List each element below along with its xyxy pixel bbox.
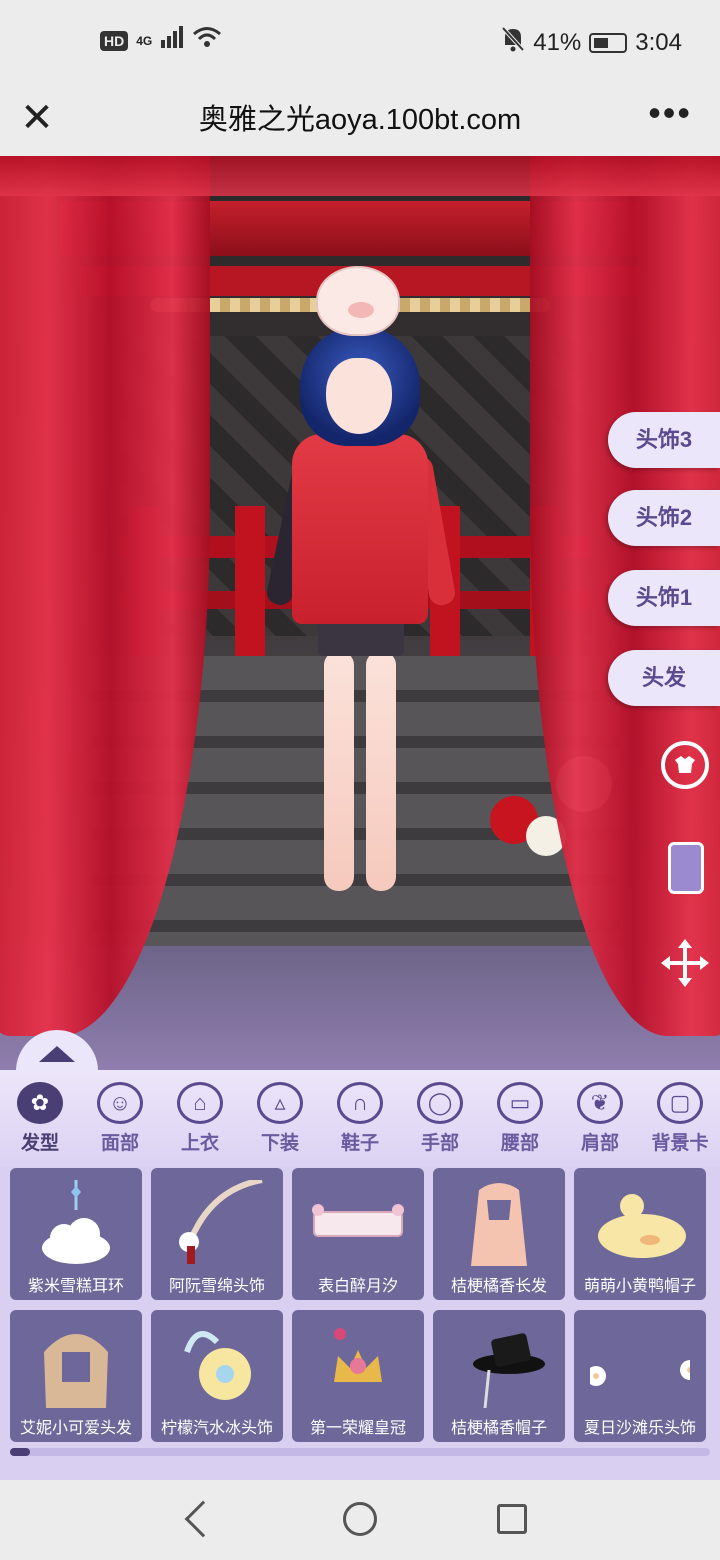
cloud-earring-image	[42, 1180, 110, 1264]
item-tile[interactable]: 第一荣耀皇冠	[292, 1310, 424, 1442]
category-hair[interactable]: ✿ 发型	[0, 1070, 80, 1166]
category-bottom[interactable]: ▵ 下装	[240, 1070, 320, 1166]
category-label: 上衣	[180, 1133, 219, 1154]
face-icon: ☺	[97, 1082, 143, 1124]
bob-hair-image	[44, 1334, 108, 1408]
top-hat-image	[473, 1333, 545, 1408]
swap-outfit-icon[interactable]	[658, 738, 712, 792]
close-icon[interactable]: ✕	[20, 94, 54, 142]
category-hand[interactable]: ◯ 手部	[400, 1070, 480, 1166]
duck-hat-image	[598, 1194, 686, 1258]
hd-badge: HD	[100, 30, 129, 51]
network-type: 4G	[136, 33, 153, 48]
beach-flower-headpiece-image	[590, 1360, 690, 1386]
long-hair-image	[471, 1183, 527, 1266]
slot-hair[interactable]: 头发	[608, 650, 720, 706]
avatar-face	[326, 358, 392, 434]
item-label: 夏日沙滩乐头饰	[583, 1420, 696, 1437]
status-bar: HD 4G 41% 3:04	[0, 0, 720, 84]
item-grid: 紫米雪糕耳环 阿阮雪绵头饰 表白醉月汐 桔梗橘香长发 萌萌小黄鸭帽子 艾妮小可爱…	[10, 1168, 710, 1442]
hair-icon: ✿	[17, 1082, 63, 1124]
top-icon: ⌂	[177, 1082, 223, 1124]
ring-icon: ◯	[417, 1082, 463, 1124]
feather-headpiece-image	[179, 1180, 263, 1264]
item-tile[interactable]: 夏日沙滩乐头饰	[574, 1310, 706, 1442]
curtain-valance	[0, 156, 720, 196]
slot-headwear-1[interactable]: 头饰1	[608, 570, 720, 626]
clock: 3:04	[635, 28, 682, 56]
recent-apps-icon[interactable]	[497, 1504, 527, 1534]
item-grid-area: 紫米雪糕耳环 阿阮雪绵头饰 表白醉月汐 桔梗橘香长发 萌萌小黄鸭帽子 艾妮小可爱…	[0, 1166, 720, 1480]
battery-percent: 41%	[533, 28, 582, 56]
dressup-stage: 头饰3 头饰2 头饰1 头发	[0, 156, 720, 1070]
avatar-character[interactable]	[264, 266, 457, 891]
system-nav-bar	[0, 1480, 720, 1560]
slot-headwear-2[interactable]: 头饰2	[608, 490, 720, 546]
item-tile[interactable]: 桔梗橘香帽子	[433, 1310, 565, 1442]
category-label: 腰部	[500, 1133, 539, 1154]
category-shoes[interactable]: ∩ 鞋子	[320, 1070, 400, 1166]
screen: HD 4G 41% 3:04 ✕ 奥雅之光aoya.100bt.com •••	[0, 0, 720, 1560]
status-right: 41% 3:04	[501, 26, 682, 59]
item-tile[interactable]: 艾妮小可爱头发	[10, 1310, 142, 1442]
pig-hat-accessory	[316, 266, 400, 336]
category-bar: ✿ 发型 ☺ 面部 ⌂ 上衣 ▵ 下装 ∩ 鞋子 ◯ 手部 ▭ 腰部 ❦ 肩部	[0, 1070, 720, 1166]
banner-headpiece-image	[312, 1204, 404, 1237]
slot-headwear-3[interactable]: 头饰3	[608, 412, 720, 468]
avatar-right-leg	[366, 651, 396, 891]
item-tile[interactable]: 桔梗橘香长发	[433, 1168, 565, 1300]
item-label: 第一荣耀皇冠	[309, 1420, 406, 1437]
item-label: 萌萌小黄鸭帽子	[583, 1278, 696, 1295]
crown-image	[334, 1328, 382, 1382]
item-label: 桔梗橘香长发	[450, 1278, 547, 1295]
railing-post	[235, 506, 265, 656]
trash-icon[interactable]	[668, 842, 704, 894]
category-label: 面部	[100, 1133, 139, 1154]
category-label: 发型	[20, 1133, 59, 1154]
category-top[interactable]: ⌂ 上衣	[160, 1070, 240, 1166]
browser-title-bar: ✕ 奥雅之光aoya.100bt.com •••	[0, 84, 720, 156]
item-label: 桔梗橘香帽子	[450, 1420, 547, 1437]
background-card-icon: ▢	[657, 1082, 703, 1124]
item-tile[interactable]: 阿阮雪绵头饰	[151, 1168, 283, 1300]
pig-nose	[348, 302, 374, 318]
avatar-left-leg	[324, 651, 354, 891]
item-label: 表白醉月汐	[317, 1278, 398, 1295]
belt-icon: ▭	[497, 1082, 543, 1124]
item-label: 阿阮雪绵头饰	[168, 1278, 265, 1295]
mute-bell-icon	[501, 26, 525, 59]
home-icon[interactable]	[343, 1502, 377, 1536]
shoes-icon: ∩	[337, 1082, 383, 1124]
item-tile[interactable]: 表白醉月汐	[292, 1168, 424, 1300]
category-waist[interactable]: ▭ 腰部	[480, 1070, 560, 1166]
avatar-red-shirt	[292, 434, 428, 624]
category-label: 背景卡	[651, 1133, 709, 1154]
category-label: 手部	[420, 1133, 459, 1154]
item-label: 艾妮小可爱头发	[19, 1420, 132, 1437]
scrollbar-thumb[interactable]	[10, 1448, 30, 1456]
more-menu-icon[interactable]: •••	[648, 92, 692, 134]
item-scrollbar[interactable]	[10, 1448, 710, 1456]
wings-icon: ❦	[577, 1082, 623, 1124]
item-tile[interactable]: 萌萌小黄鸭帽子	[574, 1168, 706, 1300]
category-shoulder[interactable]: ❦ 肩部	[560, 1070, 640, 1166]
lemon-flower-headpiece-image	[184, 1331, 251, 1400]
item-label: 柠檬汽水冰头饰	[160, 1420, 273, 1437]
wifi-icon	[192, 26, 222, 55]
signal-icon	[160, 26, 184, 55]
status-left: HD 4G	[100, 26, 222, 55]
back-icon[interactable]	[184, 1500, 222, 1538]
category-label: 下装	[260, 1133, 299, 1154]
move-arrows-icon[interactable]	[658, 936, 712, 990]
item-tile[interactable]: 柠檬汽水冰头饰	[151, 1310, 283, 1442]
item-label: 紫米雪糕耳环	[27, 1278, 124, 1295]
category-face[interactable]: ☺ 面部	[80, 1070, 160, 1166]
battery-icon	[589, 32, 628, 53]
category-background-card[interactable]: ▢ 背景卡	[640, 1070, 720, 1166]
skirt-icon: ▵	[257, 1082, 303, 1124]
page-title: 奥雅之光aoya.100bt.com	[198, 104, 522, 136]
category-label: 鞋子	[340, 1133, 379, 1154]
category-label: 肩部	[580, 1133, 619, 1154]
item-tile[interactable]: 紫米雪糕耳环	[10, 1168, 142, 1300]
